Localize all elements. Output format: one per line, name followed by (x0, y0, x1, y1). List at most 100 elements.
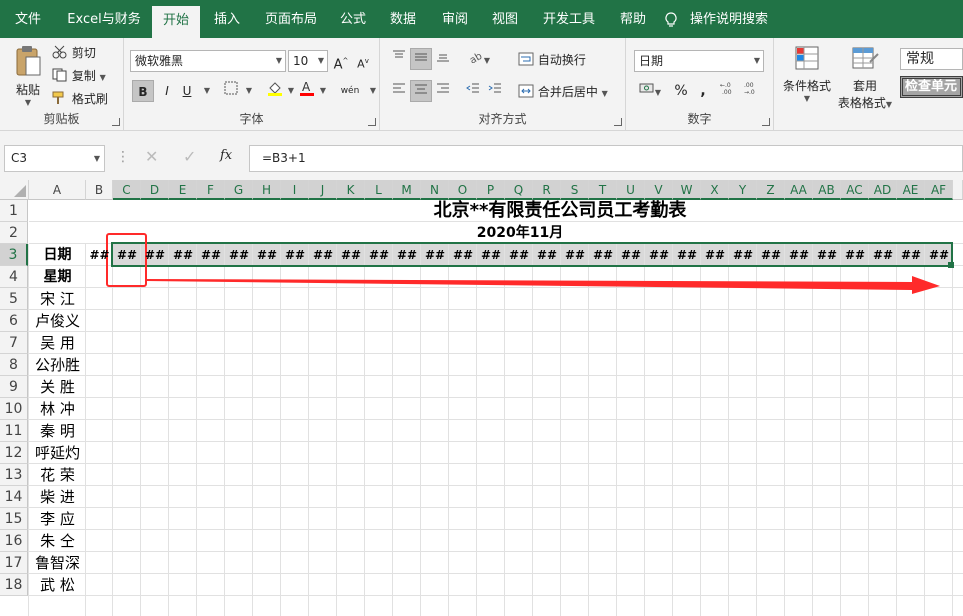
column-header-R[interactable]: R (533, 180, 561, 200)
column-header-E[interactable]: E (169, 180, 197, 200)
column-header-T[interactable]: T (589, 180, 617, 200)
column-header-L[interactable]: L (365, 180, 393, 200)
column-header-W[interactable]: W (673, 180, 701, 200)
employee-name-cell[interactable]: 关 胜 (29, 376, 86, 398)
enter-check-icon[interactable]: ✓ (183, 147, 196, 166)
column-header-H[interactable]: H (253, 180, 281, 200)
font-name-select[interactable]: 微软雅黑 ▼ (130, 50, 286, 72)
date-cell-F[interactable]: ## (197, 244, 225, 266)
tab-insert[interactable]: 插入 (203, 0, 251, 38)
orientation-button[interactable]: ab ▼ (464, 48, 494, 70)
column-header-Y[interactable]: Y (729, 180, 757, 200)
bold-button[interactable]: B (132, 80, 154, 102)
date-cell-B[interactable]: ## (86, 244, 113, 266)
tab-home[interactable]: 开始 (152, 6, 200, 38)
align-right-button[interactable] (432, 80, 454, 102)
tab-developer[interactable]: 开发工具 (536, 0, 602, 38)
underline-dropdown-icon[interactable]: ▼ (196, 80, 218, 102)
column-header-C[interactable]: C (113, 180, 141, 200)
tab-data[interactable]: 数据 (380, 0, 426, 38)
style-normal[interactable]: 常规 (900, 48, 963, 70)
row-header-18[interactable]: 18 (0, 574, 28, 596)
row-header-1[interactable]: 1 (0, 200, 28, 222)
row-header-6[interactable]: 6 (0, 310, 28, 332)
column-header-A[interactable]: A (29, 180, 86, 200)
date-cell-G[interactable]: ## (225, 244, 253, 266)
row-header-2[interactable]: 2 (0, 222, 28, 244)
date-cell-E[interactable]: ## (169, 244, 197, 266)
column-header-U[interactable]: U (617, 180, 645, 200)
tab-file[interactable]: 文件 (0, 0, 56, 38)
employee-name-cell[interactable]: 宋 江 (29, 288, 86, 310)
font-size-select[interactable]: 10 ▼ (288, 50, 328, 72)
date-cell-Q[interactable]: ## (505, 244, 533, 266)
employee-name-cell[interactable]: 柴 进 (29, 486, 86, 508)
employee-name-cell[interactable]: 吴 用 (29, 332, 86, 354)
date-cell-AE[interactable]: ## (897, 244, 925, 266)
row-header-5[interactable]: 5 (0, 288, 28, 310)
align-left-button[interactable] (388, 80, 410, 102)
increase-font-size-button[interactable]: A^ (330, 50, 352, 72)
align-center-button[interactable] (410, 80, 432, 102)
date-cell-X[interactable]: ## (701, 244, 729, 266)
employee-name-cell[interactable]: 花 荣 (29, 464, 86, 486)
date-cell-M[interactable]: ## (393, 244, 421, 266)
sheet-month[interactable]: 2020年11月 (420, 222, 620, 244)
date-cell-S[interactable]: ## (561, 244, 589, 266)
row-header-13[interactable]: 13 (0, 464, 28, 486)
date-cell-N[interactable]: ## (421, 244, 449, 266)
employee-name-cell[interactable]: 李 应 (29, 508, 86, 530)
column-header-V[interactable]: V (645, 180, 673, 200)
row-header-14[interactable]: 14 (0, 486, 28, 508)
italic-button[interactable]: I (156, 80, 178, 102)
underline-button[interactable]: U (176, 80, 198, 102)
number-launcher-icon[interactable] (762, 118, 770, 126)
row-header-9[interactable]: 9 (0, 376, 28, 398)
column-header-AB[interactable]: AB (813, 180, 841, 200)
row-header-10[interactable]: 10 (0, 398, 28, 420)
date-cell-D[interactable]: ## (141, 244, 169, 266)
column-header-B[interactable]: B (86, 180, 113, 200)
align-top-button[interactable] (388, 48, 410, 70)
copy-button[interactable]: 复制 ▼ (52, 67, 106, 85)
row-header-11[interactable]: 11 (0, 420, 28, 442)
date-cell-O[interactable]: ## (449, 244, 477, 266)
cancel-icon[interactable]: ✕ (145, 147, 158, 166)
employee-name-cell[interactable]: 武 松 (29, 574, 86, 596)
column-header-AF[interactable]: AF (925, 180, 953, 200)
border-dropdown-icon[interactable]: ▼ (238, 80, 260, 102)
decrease-font-size-button[interactable]: Av (352, 50, 374, 72)
employee-name-cell[interactable]: 呼延灼 (29, 442, 86, 464)
number-format-select[interactable]: 日期 ▼ (634, 50, 764, 72)
tab-help[interactable]: 帮助 (610, 0, 656, 38)
tab-formulas[interactable]: 公式 (330, 0, 376, 38)
column-header-AA[interactable]: AA (785, 180, 813, 200)
column-header-AC[interactable]: AC (841, 180, 869, 200)
date-cell-W[interactable]: ## (673, 244, 701, 266)
align-bottom-button[interactable] (432, 48, 454, 70)
font-color-dropdown-icon[interactable]: ▼ (312, 80, 334, 102)
employee-name-cell[interactable]: 公孙胜 (29, 354, 86, 376)
cut-button[interactable]: 剪切 (52, 44, 96, 62)
column-header-I[interactable]: I (281, 180, 309, 200)
comma-style-button[interactable]: , (692, 80, 714, 102)
decrease-indent-button[interactable] (462, 80, 484, 102)
date-cell-V[interactable]: ## (645, 244, 673, 266)
increase-decimal-button[interactable]: ←.0.00 (718, 80, 740, 102)
column-header-AE[interactable]: AE (897, 180, 925, 200)
font-launcher-icon[interactable] (368, 118, 376, 126)
column-header-AD[interactable]: AD (869, 180, 897, 200)
increase-indent-button[interactable] (484, 80, 506, 102)
date-cell-AF[interactable]: ## (925, 244, 953, 266)
date-cell-T[interactable]: ## (589, 244, 617, 266)
column-header-Q[interactable]: Q (505, 180, 533, 200)
conditional-formatting-button[interactable]: 条件格式 ▼ (780, 44, 834, 103)
employee-name-cell[interactable]: 鲁智深 (29, 552, 86, 574)
row-header-16[interactable]: 16 (0, 530, 28, 552)
insert-function-icon[interactable]: fx (220, 148, 232, 163)
row-header-17[interactable]: 17 (0, 552, 28, 574)
clipboard-launcher-icon[interactable] (112, 118, 120, 126)
format-painter-button[interactable]: 格式刷 (52, 90, 108, 108)
column-header-Z[interactable]: Z (757, 180, 785, 200)
column-header-G[interactable]: G (225, 180, 253, 200)
